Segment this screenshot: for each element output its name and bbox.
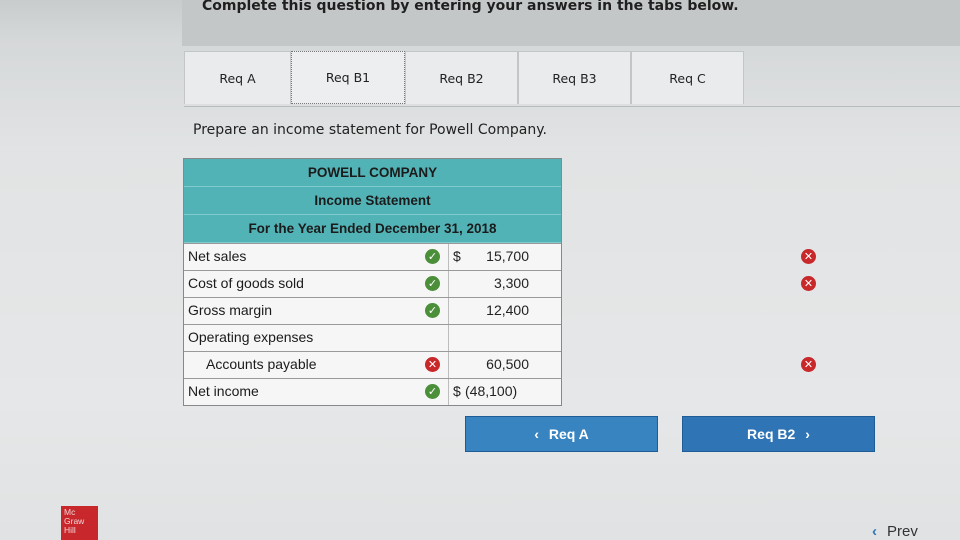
label-dropdown[interactable]: Accounts payable ✕ (184, 352, 449, 378)
chevron-right-icon: › (805, 426, 810, 442)
prev-button-label: Req A (548, 426, 589, 442)
chevron-left-icon: ‹ (872, 523, 877, 540)
instruction-text: Complete this question by entering your … (202, 0, 739, 14)
label-dropdown[interactable]: Operating expenses (184, 325, 449, 351)
amount-input[interactable]: 60,500 ✕ (449, 352, 816, 378)
x-icon: ✕ (801, 276, 816, 291)
tab-req-c[interactable]: Req C (631, 51, 744, 104)
tab-label: Req B1 (325, 70, 371, 85)
page-background: Complete this question by entering your … (0, 0, 960, 540)
statement-period: For the Year Ended December 31, 2018 (184, 215, 561, 243)
check-icon: ✓ (425, 249, 440, 264)
chevron-left-icon: ‹ (534, 426, 539, 442)
check-icon: ✓ (425, 303, 440, 318)
tab-label: Req C (669, 70, 706, 86)
amount-value: 15,700 (486, 248, 529, 264)
tab-label: Req B2 (439, 70, 484, 86)
x-icon: ✕ (801, 249, 816, 264)
amount-input[interactable]: 3,300 ✕ (449, 271, 816, 297)
tab-divider (184, 106, 960, 107)
dollar-sign: $ (453, 383, 461, 399)
amount-value: 60,500 (486, 356, 529, 372)
prev-req-a-button[interactable]: ‹ Req A (465, 416, 658, 452)
logo-line: Hill (64, 525, 76, 535)
row-label: Accounts payable (206, 356, 317, 372)
amount-value: (48,100) (465, 383, 518, 399)
check-icon: ✓ (425, 384, 440, 399)
income-statement-table: POWELL COMPANY Income Statement For the … (183, 158, 816, 406)
table-row: Cost of goods sold ✓ 3,300 ✕ (184, 270, 816, 297)
table-row: Net sales ✓ $ 15,700 ✕ (184, 243, 816, 270)
x-icon: ✕ (801, 357, 816, 372)
tab-bar: Req A Req B1 Req B2 Req B3 Req C (184, 51, 744, 106)
row-label: Operating expenses (188, 329, 314, 345)
statement-title: Income Statement (184, 187, 561, 215)
label-dropdown[interactable]: Net income ✓ (184, 379, 449, 405)
next-button-label: Req B2 (747, 426, 796, 442)
prev-link[interactable]: ‹ Prev (872, 523, 918, 540)
mcgraw-hill-logo: Mc Graw Hill (61, 506, 98, 540)
amount-value: 12,400 (486, 302, 529, 318)
row-label: Net income (188, 383, 259, 399)
tab-label: Req B3 (552, 70, 597, 86)
question-prompt: Prepare an income statement for Powell C… (193, 122, 547, 138)
tab-req-b2[interactable]: Req B2 (405, 51, 518, 104)
check-icon: ✓ (425, 276, 440, 291)
tab-req-a[interactable]: Req A (184, 51, 291, 104)
x-icon: ✕ (425, 357, 440, 372)
amount-input[interactable]: $ 15,700 ✕ (449, 244, 816, 270)
row-label: Net sales (188, 248, 247, 264)
tab-req-b3[interactable]: Req B3 (518, 51, 631, 104)
label-dropdown[interactable]: Cost of goods sold ✓ (184, 271, 449, 297)
table-row: Operating expenses (184, 324, 561, 351)
table-row: Net income ✓ $ (48,100) (184, 378, 561, 405)
label-dropdown[interactable]: Gross margin ✓ (184, 298, 449, 324)
amount-input[interactable]: $ (48,100) (449, 379, 559, 405)
label-dropdown[interactable]: Net sales ✓ (184, 244, 449, 270)
company-name: POWELL COMPANY (184, 159, 561, 187)
row-label: Cost of goods sold (188, 275, 304, 291)
table-row: Accounts payable ✕ 60,500 ✕ (184, 351, 816, 378)
amount-input[interactable] (449, 325, 559, 351)
amount-input[interactable]: 12,400 (449, 298, 559, 324)
amount-value: 3,300 (493, 275, 529, 291)
row-label: Gross margin (188, 302, 273, 318)
table-row: Gross margin ✓ 12,400 (184, 297, 561, 324)
dollar-sign: $ (453, 248, 461, 264)
tab-req-b1[interactable]: Req B1 (291, 51, 405, 104)
prev-link-label: Prev (887, 523, 918, 540)
next-req-b2-button[interactable]: Req B2 › (682, 416, 875, 452)
tab-label: Req A (219, 70, 256, 86)
